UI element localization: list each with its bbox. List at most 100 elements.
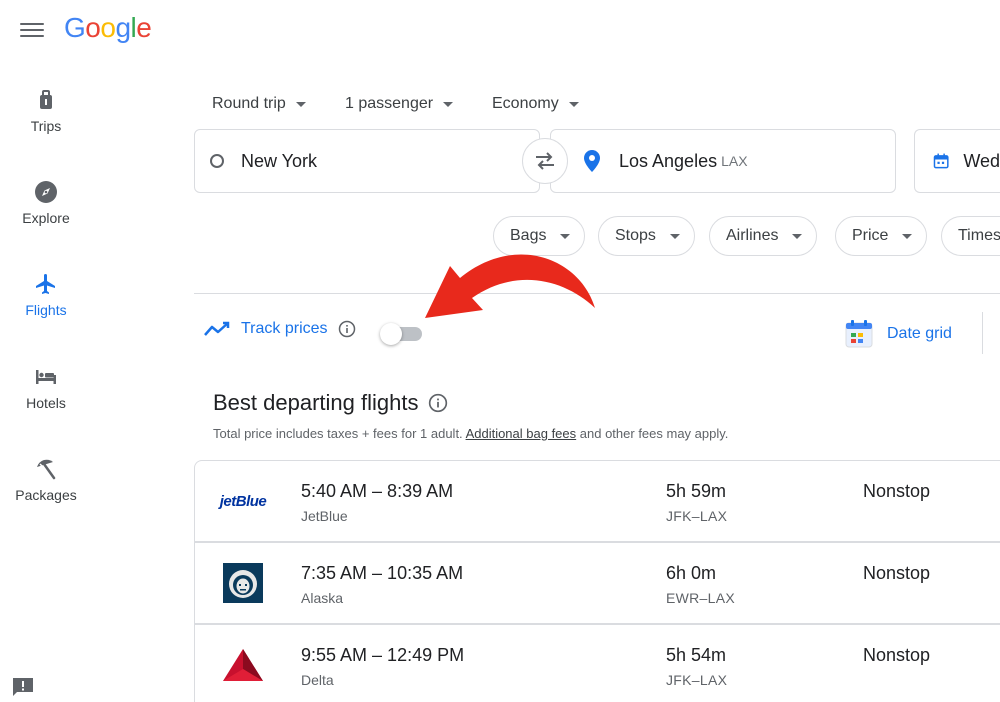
sidebar-item-label: Packages [15,487,77,503]
flight-duration: 6h 0m [666,563,717,583]
google-logo[interactable]: Google [64,12,152,44]
delta-logo [221,643,265,687]
date-grid-icon [845,320,873,348]
departure-date-value: Wed [963,150,1000,171]
vertical-divider [982,312,983,354]
sidebar-item-hotels[interactable]: Hotels [0,365,92,411]
sidebar-item-packages[interactable]: Packages [0,457,92,503]
flight-stops: Nonstop [863,645,931,665]
flight-airline: Alaska [301,590,344,606]
flight-times: 5:40 AM – 8:39 AM [301,481,454,501]
logo-letter: o [85,12,101,43]
cabin-class-dropdown[interactable]: Economy [492,92,579,116]
trip-type-dropdown[interactable]: Round trip [212,92,306,116]
flight-airline: JetBlue [301,508,348,524]
disclaimer-text: Total price includes taxes + fees for 1 … [213,426,466,441]
bag-fees-link[interactable]: Additional bag fees [466,426,577,441]
jetblue-logo-text: jetBlue [219,492,267,510]
logo-letter: g [115,12,131,43]
alaska-logo [221,561,265,605]
logo-letter: e [136,12,152,43]
delta-triangle-logo-icon [223,649,263,681]
destination-value: Los Angeles [619,150,718,171]
swap-arrows-icon [536,152,554,170]
track-prices-toggle[interactable] [380,322,424,345]
caret-down-icon [902,233,913,239]
feedback-icon[interactable] [11,676,35,698]
caret-down-icon [669,233,680,239]
flight-route: EWR–LAX [666,590,736,606]
trip-type-value: Round trip [212,95,286,112]
main-menu-icon[interactable] [20,20,44,40]
airplane-icon [36,274,55,294]
info-icon[interactable] [338,320,356,338]
destination-code: LAX [721,153,748,169]
destination-input[interactable]: Los Angeles LAX [550,129,896,193]
caret-down-icon [443,101,454,107]
alaska-eskimo-logo-icon [223,563,263,603]
flight-row[interactable]: jetBlue 5:40 AM – 8:39 AM JetBlue 5h 59m… [194,460,1000,542]
sidebar-item-label: Trips [30,118,62,134]
results-heading-text: Best departing flights [213,390,419,415]
compass-icon [35,181,57,203]
toggle-knob [380,323,402,345]
swap-locations-button[interactable] [522,138,568,184]
flight-route: JFK–LAX [666,672,728,688]
disclaimer-text: and other fees may apply. [576,426,729,441]
filter-price-chip[interactable]: Price [835,216,928,256]
filter-label: Times [958,227,1000,244]
flight-duration: 5h 59m [666,481,727,501]
date-grid-button[interactable]: Date grid [843,318,952,350]
location-pin-icon [584,150,600,172]
flight-stops: Nonstop [863,563,931,583]
filter-airlines-chip[interactable]: Airlines [709,216,818,256]
flight-row[interactable]: 9:55 AM – 12:49 PM Delta 5h 54m JFK–LAX … [194,624,1000,702]
origin-input[interactable]: New York [194,129,540,193]
origin-circle-icon [210,154,224,168]
caret-down-icon [568,101,579,107]
track-prices-label: Track prices [241,320,328,337]
flight-duration: 5h 54m [666,645,727,665]
origin-value: New York [241,150,318,171]
caret-down-icon [295,101,306,107]
passengers-dropdown[interactable]: 1 passenger [345,92,454,116]
sidebar-item-trips[interactable]: Trips [0,88,92,134]
caret-down-icon [560,233,571,239]
passengers-value: 1 passenger [345,95,434,112]
date-grid-label: Date grid [887,325,952,342]
flight-times: 7:35 AM – 10:35 AM [301,563,464,583]
price-disclaimer: Total price includes taxes + fees for 1 … [213,426,728,441]
beach-umbrella-icon [37,459,56,480]
filter-label: Price [852,227,889,244]
luggage-icon [40,90,52,109]
track-prices-control[interactable]: Track prices [203,320,356,338]
jetblue-logo: jetBlue [219,479,267,523]
flight-times: 9:55 AM – 12:49 PM [301,645,465,665]
filter-label: Airlines [726,227,779,244]
bed-icon [36,370,56,384]
trend-line-icon [204,321,230,336]
filter-label: Bags [510,227,547,244]
logo-letter: G [64,12,86,43]
flight-route: JFK–LAX [666,508,728,524]
sidebar-item-flights[interactable]: Flights [0,272,92,318]
results-heading: Best departing flights [213,390,448,416]
cabin-class-value: Economy [492,95,559,112]
filter-bags-chip[interactable]: Bags [493,216,586,256]
sidebar-item-label: Explore [22,210,70,226]
filter-times-chip[interactable]: Times [941,216,1000,256]
flight-row[interactable]: 7:35 AM – 10:35 AM Alaska 6h 0m EWR–LAX … [194,542,1000,624]
departure-date-input[interactable]: Wed [914,129,1000,193]
filter-stops-chip[interactable]: Stops [598,216,695,256]
info-icon[interactable] [428,393,448,413]
sidebar-item-explore[interactable]: Explore [0,180,92,226]
calendar-icon [933,153,949,169]
filter-label: Stops [615,227,656,244]
sidebar-item-label: Flights [25,302,67,318]
caret-down-icon [792,233,803,239]
sidebar-item-label: Hotels [26,395,66,411]
flight-airline: Delta [301,672,334,688]
logo-letter: o [100,12,116,43]
flight-stops: Nonstop [863,481,931,501]
section-divider [194,293,1000,294]
